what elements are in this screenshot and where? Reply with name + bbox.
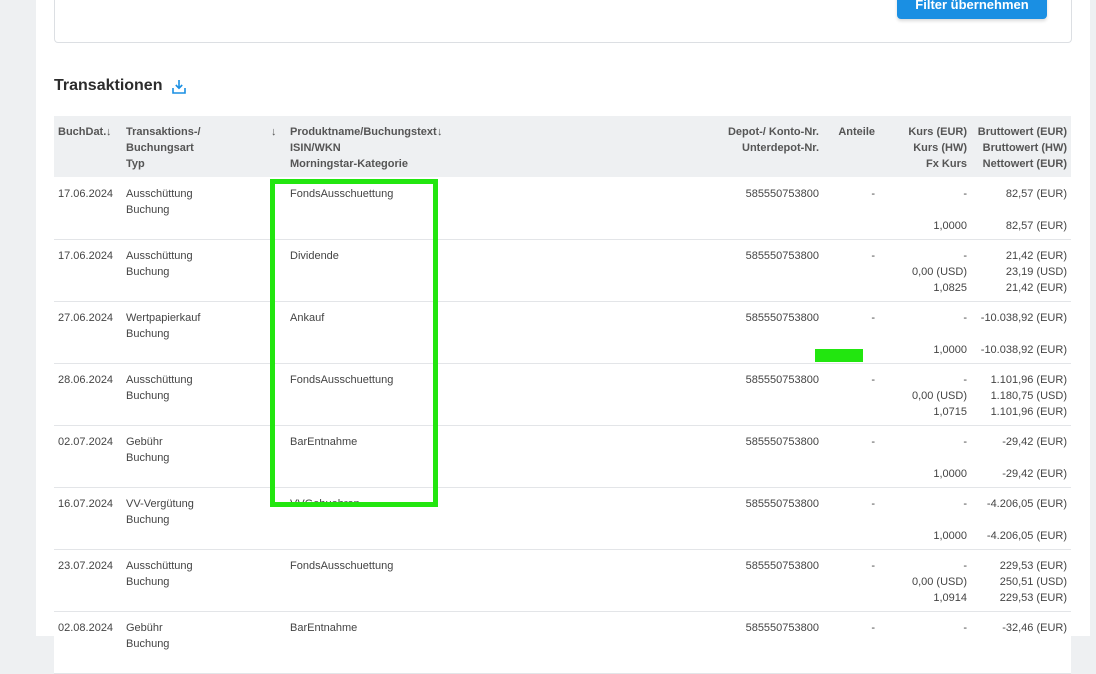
cell-kurs: -0,00 (USD) 1,0715 [911,374,967,418]
cell-product[interactable]: FondsAusschuettung [290,372,393,388]
header-date[interactable]: BuchDat. [58,124,106,140]
cell-type: Ausschüttung Buchung [126,560,193,588]
cell-kurs: -1,0000 [933,498,967,542]
cell-depot: 585550753800 [745,622,819,634]
cell-kurs: -1,0000 [933,436,967,480]
table-row[interactable]: 02.07.2024 Gebühr Buchung BarEntnahme 585550… [54,426,1071,488]
cell-product[interactable]: VVGebuehren [290,496,360,512]
cell-date: 28.06.2024 [58,374,114,386]
cell-brutto: 229,53 (EUR) 250,51 (USD) 229,53 (EUR) [999,560,1067,604]
cell-date: 02.07.2024 [58,436,114,448]
cell-kurs: -0,00 (USD) 1,0914 [911,560,967,604]
main-content: Filter übernehmen Transaktionen BuchDat.… [36,0,1090,674]
cell-depot: 585550753800 [745,312,819,324]
cell-kurs: -1,0000 [933,188,967,232]
cell-type: Ausschüttung Buchung [126,374,193,402]
cell-brutto: 21,42 (EUR) 23,19 (USD) 21,42 (EUR) [1005,250,1067,294]
sort-arrow-icon[interactable]: ↓ [271,124,277,140]
table-row[interactable]: 23.07.2024 Ausschüttung Buchung FondsAussch… [54,550,1071,612]
cell-shares: - [871,374,875,386]
cell-depot: 585550753800 [745,560,819,572]
cell-brutto: 82,57 (EUR) 82,57 (EUR) [1005,188,1067,232]
cell-date: 23.07.2024 [58,560,114,572]
cell-depot: 585550753800 [745,436,819,448]
cell-depot: 585550753800 [745,498,819,510]
cell-product[interactable]: FondsAusschuettung [290,558,393,574]
highlight-bar [815,349,863,362]
table-header: BuchDat. ↓ Transaktions-/ Buchungsart Ty… [54,116,1071,177]
cell-type: Gebühr Buchung [126,622,170,650]
cell-brutto: -4.206,05 (EUR) -4.206,05 (EUR) [986,498,1067,542]
cell-shares: - [871,560,875,572]
cell-shares: - [871,498,875,510]
table-row[interactable]: 16.07.2024 VV-Vergütung Buchung VVGebuehren… [54,488,1071,550]
header-brutto[interactable]: Bruttowert (EUR) Bruttowert (HW) Nettowe… [978,124,1067,172]
header-type[interactable]: Transaktions-/ Buchungsart Typ [126,124,201,172]
header-product[interactable]: Produktname/Buchungstext ISIN/WKN Mornin… [290,124,437,172]
table-row[interactable]: 02.08.2024 Gebühr Buchung BarEntnahme 585550… [54,612,1071,674]
cell-date: 27.06.2024 [58,312,114,324]
cell-type: VV-Vergütung Buchung [126,498,194,526]
cell-shares: - [871,250,875,262]
cell-product[interactable]: Dividende [290,248,339,264]
cell-product[interactable]: BarEntnahme [290,620,357,636]
cell-kurs: -0,00 (USD) 1,0825 [911,250,967,294]
cell-shares: - [871,188,875,200]
cell-date: 16.07.2024 [58,498,114,510]
header-shares[interactable]: Anteile [838,124,875,140]
sort-arrow-icon[interactable]: ↓ [106,124,112,140]
cell-shares: - [871,436,875,448]
cell-depot: 585550753800 [745,250,819,262]
apply-filter-button[interactable]: Filter übernehmen [897,0,1047,19]
cell-type: Ausschüttung Buchung [126,188,193,216]
table-row[interactable]: 27.06.2024 Wertpapierkauf Buchung Ankauf 585… [54,302,1071,364]
cell-kurs: -1,0000 [933,312,967,356]
table-row[interactable]: 17.06.2024 Ausschüttung Buchung Dividende 58… [54,240,1071,302]
cell-shares: - [871,312,875,324]
cell-brutto: -29,42 (EUR) -29,42 (EUR) [1002,436,1067,480]
cell-brutto: -32,46 (EUR) [1002,622,1067,634]
cell-type: Ausschüttung Buchung [126,250,193,278]
cell-depot: 585550753800 [745,188,819,200]
section-title: Transaktionen [54,77,163,94]
header-depot[interactable]: Depot-/ Konto-Nr. Unterdepot-Nr. [728,124,819,156]
cell-product[interactable]: Ankauf [290,310,324,326]
cell-product[interactable]: BarEntnahme [290,434,357,450]
download-icon[interactable] [171,79,187,95]
cell-shares: - [871,622,875,634]
table-row[interactable]: 28.06.2024 Ausschüttung Buchung FondsAussch… [54,364,1071,426]
cell-date: 17.06.2024 [58,188,114,200]
cell-brutto: -10.038,92 (EUR) -10.038,92 (EUR) [980,312,1067,356]
cell-type: Wertpapierkauf Buchung [126,312,201,340]
cell-brutto: 1.101,96 (EUR) 1.180,75 (USD) 1.101,96 (EU… [990,374,1067,418]
header-kurs[interactable]: Kurs (EUR) Kurs (HW) Fx Kurs [908,124,967,172]
cell-type: Gebühr Buchung [126,436,170,464]
cell-date: 17.06.2024 [58,250,114,262]
cell-product[interactable]: FondsAusschuettung [290,186,393,202]
cell-kurs: - [963,622,967,634]
cell-date: 02.08.2024 [58,622,114,634]
table-row[interactable]: 17.06.2024 Ausschüttung Buchung FondsAussch… [54,178,1071,240]
cell-depot: 585550753800 [745,374,819,386]
sort-arrow-icon[interactable]: ↓ [437,124,443,140]
